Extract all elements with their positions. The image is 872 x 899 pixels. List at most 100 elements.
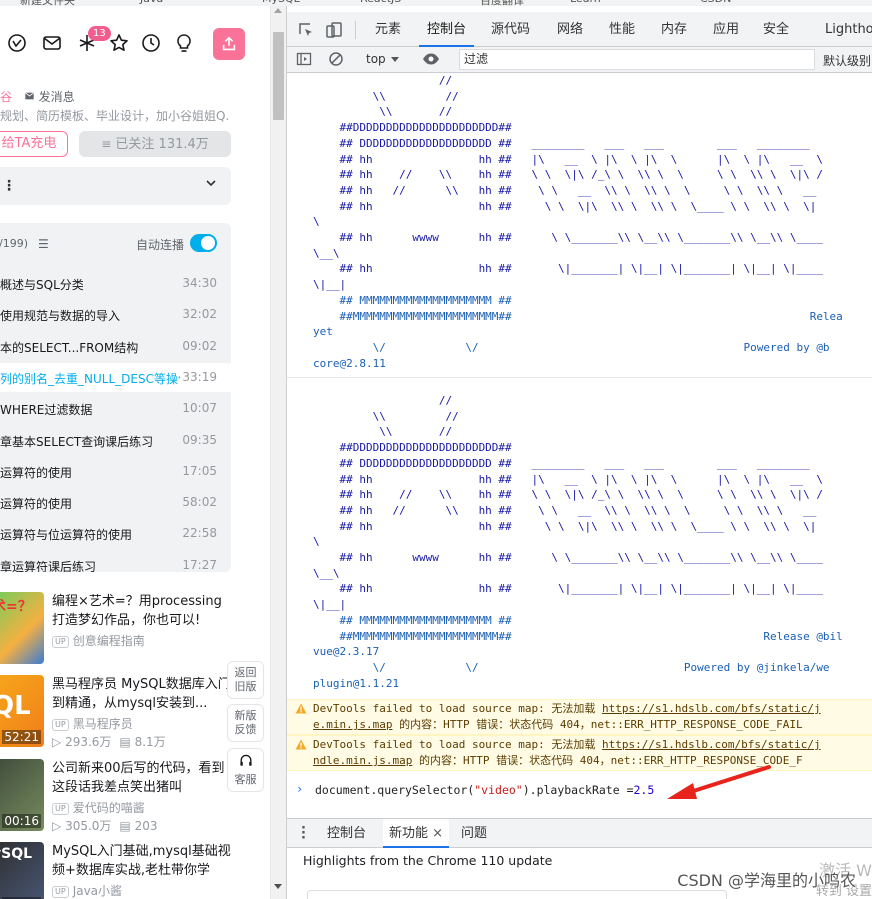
playlist-episode[interactable]: 概述与SQL分类 34:30 (0, 269, 231, 298)
playlist-episode[interactable]: 章基本SELECT查询课后练习 09:35 (0, 426, 231, 455)
playlist-episode[interactable]: 本的SELECT...FROM结构 09:02 (0, 332, 231, 361)
devtools-tab[interactable]: 网络 (557, 12, 583, 47)
devtools-tab[interactable]: 安全 (763, 12, 789, 47)
inspect-element-icon[interactable] (297, 21, 315, 39)
up-tag-icon: UP (52, 802, 69, 815)
devtools-tab[interactable]: 控制台 (418, 12, 475, 47)
context-selector[interactable]: top (366, 52, 399, 66)
drawer-tab[interactable]: 新功能 × (383, 819, 450, 848)
source-map-file-link[interactable]: e.min.js.map (313, 718, 392, 731)
drawer-tab[interactable]: 问题 (455, 819, 493, 848)
banner-line: ## MMMMMMMMMMMMMMMMMMMM ## (313, 293, 512, 307)
return-old-version-button[interactable]: 返回旧版 (227, 661, 264, 699)
source-map-file-link[interactable]: ndle.min.js.map (313, 754, 412, 767)
recommended-video[interactable]: ySQL41:21MySQL入门基础,mysql基础视频+数据库实战,老杜带你学… (0, 842, 270, 899)
sidebar-toggle-icon[interactable] (296, 51, 312, 67)
thumbnail-caption: QL (0, 691, 31, 721)
playlist-episode[interactable]: 运算符的使用 17:05 (0, 457, 231, 486)
warning-text: DevTools failed to load source map: 无法加载 (313, 738, 603, 751)
playlist-episode[interactable]: WHERE过滤数据 10:07 (0, 394, 231, 423)
video-author[interactable]: UP 创意编程指南 (52, 632, 145, 649)
close-tab-icon[interactable]: × (428, 826, 443, 841)
bookmark-item[interactable]: 百度翻译 (480, 0, 524, 6)
drawer-tab-label: 控制台 (327, 826, 367, 841)
source-map-link[interactable]: https://s1.hdslb.com/bfs/static/j (602, 702, 821, 715)
big-vip-icon[interactable] (6, 32, 28, 54)
playlist-episode[interactable]: 运算符与位运算符的使用 22:58 (0, 519, 231, 548)
autoplay-toggle[interactable] (190, 234, 217, 252)
console-prompt[interactable]: › document.querySelector("video").playba… (287, 779, 872, 803)
video-thumbnail[interactable]: 术=？ (0, 592, 44, 664)
live-expression-eye-icon[interactable] (422, 51, 439, 67)
devtools-tab-bar: 元素控制台源代码网络性能内存应用安全 Lighthouse (287, 12, 872, 47)
creation-bulb-icon[interactable] (173, 32, 195, 54)
video-title[interactable]: 公司新来00后写的代码，看到这段话我差点笑出猪叫 (52, 759, 232, 797)
follow-button[interactable]: ≡ 已关注 131.4万 (79, 131, 231, 157)
up-name[interactable]: 谷 (0, 90, 12, 104)
favorites-star-icon[interactable] (108, 32, 130, 54)
source-map-warning-1: DevTools failed to load source map: 无法加载… (287, 699, 872, 735)
video-thumbnail[interactable]: 00:16 (0, 759, 44, 831)
video-author[interactable]: UP Java小酱 (52, 882, 122, 899)
bookmark-item[interactable]: CSDN (700, 0, 731, 5)
playlist-episode[interactable]: 运算符的使用 58:02 (0, 488, 231, 517)
video-title[interactable]: 黑马程序员 MySQL数据库入门到精通，从mysql安装到... (52, 675, 232, 713)
playlist-episode[interactable]: 章运算符课后练习 17:27 (0, 551, 231, 572)
banner-line: ##DDDDDDDDDDDDDDDDDDDDDD## (313, 121, 512, 135)
upload-button[interactable] (213, 28, 245, 60)
video-title[interactable]: MySQL入门基础,mysql基础视频+数据库实战,老杜带你学 (52, 842, 232, 880)
devtools-tab[interactable]: 性能 (609, 12, 635, 47)
send-message-link[interactable]: 发消息 (24, 90, 75, 104)
screen-root: 新建文件夹 Java MySQL ReactJS 百度翻译 Learn CSDN 13 (0, 0, 872, 899)
message-icon[interactable] (41, 32, 63, 54)
drawer-tab-bar: · · · 控制台 新功能 × 问题 (287, 818, 872, 848)
drawer-menu-icon[interactable]: · · · (301, 822, 306, 845)
play-count: 305.0万 (65, 819, 112, 833)
console-filter-input[interactable]: 过滤 (459, 49, 815, 70)
episode-title: 章基本SELECT查询课后练习 (0, 434, 154, 449)
devtools-tab[interactable]: 元素 (375, 12, 401, 47)
mail-icon (24, 92, 34, 100)
history-clock-icon[interactable] (140, 32, 162, 54)
collection-collapse-bar[interactable]: ⋮ (0, 167, 231, 205)
playlist-episode[interactable]: 使用规范与数据的导入 32:02 (0, 300, 231, 329)
customer-service-button[interactable]: 客服 (227, 748, 264, 792)
video-author[interactable]: UP 爱代码的喵酱 (52, 799, 145, 816)
banner-line: \/ \/ Powered by @b (313, 340, 830, 354)
recommended-video[interactable]: 术=？ 编程×艺术=？用processing打造梦幻作品，你也可以! UP创意编程指… (0, 592, 270, 668)
list-view-icon[interactable]: ☰ (38, 237, 49, 251)
scrollbar-thumb[interactable] (273, 32, 284, 120)
bookmark-item[interactable]: Java (140, 0, 163, 5)
scroll-down-arrow[interactable] (274, 884, 282, 889)
new-version-feedback-button[interactable]: 新版反馈 (227, 704, 264, 742)
banner-line: \\ // (313, 425, 453, 439)
dynamic-icon[interactable]: 13 (76, 26, 111, 54)
video-thumbnail[interactable]: ySQL41:21 (0, 842, 44, 899)
source-map-link[interactable]: https://s1.hdslb.com/bfs/static/j (602, 738, 821, 751)
device-toolbar-icon[interactable] (325, 21, 343, 39)
bookmark-item[interactable]: ReactJS (360, 0, 401, 5)
video-thumbnail[interactable]: QL 52:21 (0, 675, 44, 747)
drawer-tab[interactable]: 控制台 (321, 819, 372, 848)
banner-line: \__\ (313, 246, 340, 260)
whats-new-card (307, 890, 727, 899)
console-command[interactable]: document.querySelector("video").playback… (315, 783, 654, 797)
bookmark-item[interactable]: 新建文件夹 (20, 0, 75, 6)
scroll-up-arrow[interactable] (274, 8, 282, 13)
devtools-tab[interactable]: Lighthouse (825, 12, 872, 47)
up-info-line: 谷 发消息 (0, 88, 75, 105)
video-title[interactable]: 编程×艺术=？用processing打造梦幻作品，你也可以! (52, 592, 232, 630)
devtools-tab[interactable]: 源代码 (491, 12, 530, 47)
bookmark-item[interactable]: Learn (570, 0, 601, 5)
devtools-tab[interactable]: 内存 (661, 12, 687, 47)
playlist-episode[interactable]: 列的别名_去重_NULL_DESC等操作 33:19 (0, 362, 231, 392)
bookmark-item[interactable]: MySQL (262, 0, 300, 5)
video-duration: 00:16 (2, 814, 41, 828)
devtools-tab[interactable]: 应用 (713, 12, 739, 47)
charge-button[interactable]: 给TA充电 (0, 131, 68, 157)
page-scrollbar[interactable] (270, 6, 286, 899)
video-author[interactable]: UP 黑马程序员 (52, 715, 133, 732)
episode-title: 列的别名_去重_NULL_DESC等操作 (0, 371, 180, 386)
log-levels-dropdown[interactable]: 默认级别 (823, 52, 871, 69)
clear-console-icon[interactable] (328, 51, 344, 67)
